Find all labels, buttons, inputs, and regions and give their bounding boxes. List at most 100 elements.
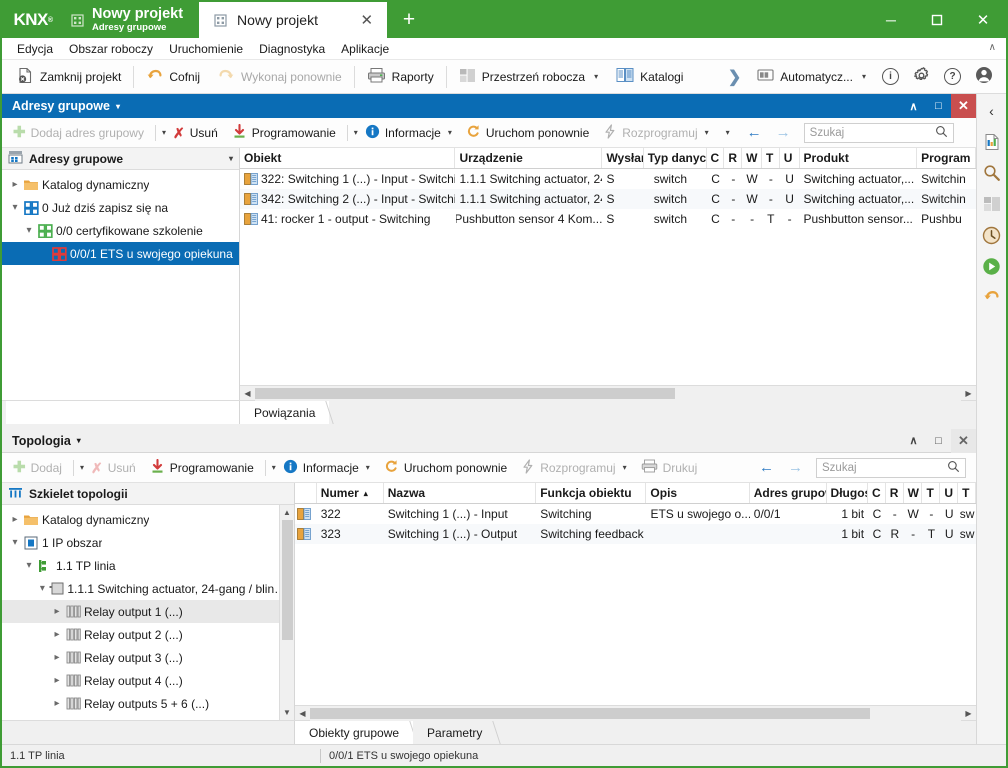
column-header-nazwa[interactable]: Nazwa (384, 483, 537, 503)
restart-button-topo[interactable]: Uruchom ponownie (377, 456, 514, 480)
column-header-t-topo[interactable]: T (922, 483, 941, 503)
info-button-topo[interactable]: Informacje ▾ (276, 456, 377, 480)
column-header-t2-topo[interactable]: T (958, 483, 976, 503)
scroll-thumb[interactable] (310, 707, 870, 719)
menu-item-diagnostyka[interactable]: Diagnostyka (252, 40, 332, 58)
tree-node-middle-group-0-0[interactable]: 0/0 certyfikowane szkolenie (2, 219, 239, 242)
info-chevron-icon-topo[interactable]: ▾ (366, 463, 370, 472)
chevron-right-icon[interactable] (50, 652, 64, 663)
column-header-w-topo[interactable]: W (904, 483, 923, 503)
scroll-track[interactable] (255, 385, 961, 401)
chevron-down-icon[interactable] (22, 225, 36, 236)
menu-item-aplikacje[interactable]: Aplikacje (334, 40, 396, 58)
column-header-r-topo[interactable]: R (886, 483, 904, 503)
table-row[interactable]: 322: Switching 1 (...) - Input - Switchi… (240, 169, 976, 189)
tree-node-ip-area[interactable]: 1 IP obszar (2, 531, 294, 554)
table-row[interactable]: 323 Switching 1 (...) - Output Switching… (295, 524, 976, 544)
column-header-program[interactable]: Program (917, 148, 976, 168)
scroll-track[interactable] (280, 520, 295, 705)
column-header-c[interactable]: C (707, 148, 725, 168)
chevron-right-icon[interactable] (50, 698, 64, 709)
auto-connection-button[interactable]: Automatycz... ▾ (748, 65, 875, 88)
scroll-track[interactable] (310, 705, 961, 721)
tree-node-relay-output-1[interactable]: Relay output 1 (...) (2, 600, 294, 623)
tree-node-relay-output-2[interactable]: Relay output 2 (...) (2, 623, 294, 646)
chevron-down-icon[interactable] (8, 202, 22, 213)
ga-nav-forward-button[interactable]: → (769, 124, 798, 141)
topo-search-input[interactable]: Szukaj (816, 457, 966, 478)
scroll-thumb[interactable] (281, 520, 293, 640)
tree-node-relay-outputs-5-6[interactable]: Relay outputs 5 + 6 (...) (2, 692, 294, 715)
tree-node-tp-line[interactable]: 1.1 TP linia (2, 554, 294, 577)
info-chevron-icon-ga[interactable]: ▾ (448, 128, 452, 137)
column-header-u[interactable]: U (780, 148, 800, 168)
chevron-down-icon[interactable] (22, 560, 36, 571)
undo-history-icon[interactable] (981, 286, 1003, 308)
todo-items-icon[interactable] (981, 255, 1003, 277)
group-addresses-close-button[interactable]: ✕ (951, 94, 976, 118)
tab-parametry[interactable]: Parametry (413, 721, 502, 744)
delete-group-address-button[interactable]: ✗ Usuń (166, 123, 225, 143)
tree-node-relay-output-3[interactable]: Relay output 3 (...) (2, 646, 294, 669)
scroll-right-icon[interactable]: ▶ (961, 386, 976, 401)
chevron-right-icon[interactable] (8, 514, 22, 525)
topology-horizontal-scrollbar[interactable]: ◀ ▶ (295, 705, 976, 721)
tree-node-device-1-1-1[interactable]: 1.1.1 Switching actuator, 24-gang / blin… (2, 577, 294, 600)
column-header-funkcja-obiektu[interactable]: Funkcja obiektu (536, 483, 647, 503)
tree-node-relay-outputs-7-8[interactable]: Relay outputs 7 + 8 (...) (2, 715, 294, 721)
unprogram-button-ga[interactable]: Rozprogramuj ▾ (596, 121, 715, 145)
column-header-dlugosc[interactable]: Długość (827, 483, 868, 503)
program-button[interactable]: Programowanie (225, 121, 343, 145)
help-button[interactable]: ? (937, 65, 968, 88)
tab-close-icon[interactable]: ✕ (354, 11, 379, 29)
group-addresses-collapse-button[interactable]: ∧ (901, 94, 926, 118)
user-account-button[interactable] (968, 63, 1000, 90)
column-header-opis[interactable]: Opis (646, 483, 750, 503)
topology-restore-button[interactable]: □ (926, 429, 951, 453)
topology-collapse-button[interactable]: ∧ (901, 429, 926, 453)
workspace-button[interactable]: Przestrzeń robocza ▾ (450, 65, 607, 89)
scroll-left-icon[interactable]: ◀ (240, 386, 255, 401)
group-addresses-title-chevron-icon[interactable]: ▾ (116, 102, 120, 111)
chevron-up-icon[interactable]: ∧ (989, 42, 996, 53)
catalogs-button[interactable]: Katalogi (607, 64, 692, 89)
tree-node-main-group-0[interactable]: 0 Już dziś zapisz się na (2, 196, 239, 219)
topo-nav-forward-button[interactable]: → (781, 459, 810, 476)
reports-button[interactable]: Raporty (358, 64, 443, 89)
topology-title-chevron-icon[interactable]: ▾ (77, 436, 81, 445)
tab-obiekty-grupowe[interactable]: Obiekty grupowe (295, 721, 418, 744)
ga-toolbar-overflow-chevron-icon[interactable]: ▾ (726, 128, 730, 137)
table-row[interactable]: 342: Switching 2 (...) - Input - Switchi… (240, 189, 976, 209)
workspace-chevron-down-icon[interactable]: ▾ (594, 72, 598, 81)
properties-icon[interactable] (981, 131, 1003, 153)
group-addresses-tree-chevron-icon[interactable]: ▾ (229, 154, 233, 163)
add-device-button[interactable]: ✚ Dodaj (6, 457, 69, 478)
scroll-right-icon[interactable]: ▶ (961, 706, 976, 721)
tree-node-relay-output-4[interactable]: Relay output 4 (...) (2, 669, 294, 692)
chevron-right-icon[interactable] (50, 675, 64, 686)
topo-nav-back-button[interactable]: ← (752, 459, 781, 476)
column-header-blank[interactable] (295, 483, 317, 503)
chevron-right-icon[interactable] (8, 179, 22, 190)
window-close-button[interactable]: ✕ (960, 2, 1006, 38)
column-header-wyslany[interactable]: Wysłany (602, 148, 644, 168)
column-header-urzadzenie[interactable]: Urządzenie (455, 148, 603, 168)
print-button-topo[interactable]: Drukuj (634, 456, 705, 479)
group-addresses-restore-button[interactable]: □ (926, 94, 951, 118)
menu-item-edycja[interactable]: Edycja (10, 40, 60, 58)
find-replace-icon[interactable] (981, 162, 1003, 184)
info-button-ga[interactable]: Informacje ▾ (358, 121, 459, 145)
table-row[interactable]: 322 Switching 1 (...) - Input Switching … (295, 504, 976, 524)
window-maximize-button[interactable] (914, 2, 960, 38)
ga-search-input[interactable]: Szukaj (803, 122, 954, 143)
workspace-icon[interactable] (981, 193, 1003, 215)
program-button-topo[interactable]: Programowanie (143, 456, 261, 480)
chevron-right-icon[interactable] (50, 629, 64, 640)
tree-node-katalog-dynamiczny-topo[interactable]: Katalog dynamiczny (2, 508, 294, 531)
topology-close-button[interactable]: ✕ (951, 428, 976, 453)
column-header-u-topo[interactable]: U (940, 483, 959, 503)
column-header-r[interactable]: R (724, 148, 743, 168)
column-header-produkt[interactable]: Produkt (800, 148, 918, 168)
group-addresses-horizontal-scrollbar[interactable]: ◀ ▶ (240, 385, 976, 401)
column-header-w[interactable]: W (742, 148, 762, 168)
